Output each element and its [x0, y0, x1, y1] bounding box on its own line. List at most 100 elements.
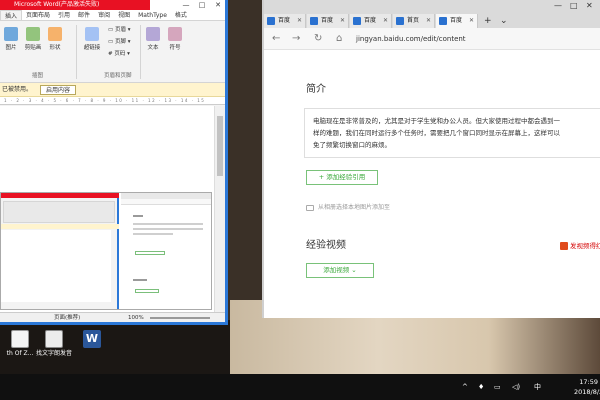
- zoom-level[interactable]: 100%: [128, 313, 144, 323]
- battery-icon[interactable]: ▭: [494, 374, 501, 400]
- embedded-text-line: [133, 279, 147, 281]
- tab-format[interactable]: 格式: [171, 10, 191, 20]
- symbol-button[interactable]: 符号: [166, 27, 184, 51]
- embedded-address-bar: [121, 199, 211, 205]
- tab-page-layout[interactable]: 页面布局: [22, 10, 54, 20]
- taskbar-clock[interactable]: 17:59 2018/8/2: [574, 377, 600, 397]
- embedded-ribbon: [3, 201, 115, 223]
- word-ribbon: 图片 剪贴画 形状 超链接 ▭ 页眉 ▾ ▭ 页脚 ▾ # 页码 ▾ 文本 符号…: [0, 21, 225, 83]
- video-reward-link[interactable]: 发视频得红包: [560, 240, 600, 250]
- forward-button[interactable]: →: [292, 32, 300, 46]
- maximize-button[interactable]: □: [570, 0, 578, 12]
- zoom-slider[interactable]: [150, 317, 210, 319]
- intro-line: 样的难题，我们在同时运行多个任务时，需要把几个窗口同时显示在屏幕上，这样可以: [313, 129, 560, 137]
- tab-references[interactable]: 引用: [54, 10, 74, 20]
- embedded-button: [135, 251, 165, 255]
- close-tab-icon[interactable]: ✕: [340, 14, 345, 28]
- embedded-page: [1, 230, 111, 302]
- page-number-label: 页码: [114, 51, 126, 57]
- security-warning-bar: 已被禁用。 启用内容: [0, 83, 225, 97]
- back-button[interactable]: ←: [272, 32, 280, 46]
- tab-mailings[interactable]: 邮件: [74, 10, 94, 20]
- browser-tab[interactable]: 百度 ✕: [264, 14, 306, 28]
- maximize-button[interactable]: □: [194, 0, 210, 10]
- close-tab-icon[interactable]: ✕: [297, 14, 302, 28]
- image-hint-text: 从相册选择本地图片添加至: [318, 204, 391, 211]
- word-title: Microsoft Word(产品激活失败): [0, 0, 150, 10]
- hyperlink-button[interactable]: 超链接: [82, 27, 102, 51]
- close-tab-icon[interactable]: ✕: [426, 14, 431, 28]
- tab-label: 百度: [321, 17, 334, 24]
- symbol-label: 符号: [169, 45, 181, 51]
- tab-list-button[interactable]: ⌄: [500, 14, 508, 28]
- embedded-title-bar: [1, 193, 119, 198]
- add-video-button[interactable]: 添加视频 ⌄: [306, 263, 374, 278]
- image-hint[interactable]: 从相册选择本地图片添加至: [306, 202, 390, 211]
- text-button[interactable]: 文本: [144, 27, 162, 51]
- close-button[interactable]: ✕: [210, 0, 226, 10]
- intro-line: 免了频繁切换窗口的麻烦。: [313, 141, 391, 149]
- new-tab-button[interactable]: +: [484, 14, 492, 28]
- shapes-button[interactable]: 形状: [46, 27, 64, 51]
- vertical-scrollbar[interactable]: [214, 106, 225, 312]
- experience-video-heading: 经验视频: [306, 240, 346, 251]
- browser-tab[interactable]: 首页 ✕: [393, 14, 435, 28]
- intro-textarea[interactable]: 电脑现在是非常普及的，尤其是对于学生党和办公人员。但大家使用过程中都会遇到一 样…: [304, 108, 600, 158]
- embedded-text-line: [133, 228, 203, 230]
- clipart-button[interactable]: 剪贴画: [22, 27, 44, 51]
- baidu-favicon: [310, 17, 318, 25]
- volume-icon[interactable]: ◁): [512, 374, 520, 400]
- browser-tab-active[interactable]: 百度 ✕: [436, 14, 478, 28]
- input-method-indicator[interactable]: 中: [534, 374, 541, 400]
- tab-view[interactable]: 视图: [114, 10, 134, 20]
- minimize-button[interactable]: —: [178, 0, 194, 10]
- view-mode[interactable]: 页面(推荐): [54, 313, 80, 323]
- scrollbar-thumb[interactable]: [217, 116, 223, 176]
- desktop-icon-label: th Of Z...: [6, 350, 34, 357]
- desktop-icon-word[interactable]: W: [72, 330, 112, 350]
- refresh-button[interactable]: ↻: [314, 32, 322, 46]
- close-tab-icon[interactable]: ✕: [469, 14, 474, 28]
- shapes-label: 形状: [49, 45, 61, 51]
- browser-tab[interactable]: 百度 ✕: [350, 14, 392, 28]
- header-menu[interactable]: ▭ 页眉 ▾: [108, 25, 130, 33]
- page-content: 简介 电脑现在是非常普及的，尤其是对于学生党和办公人员。但大家使用过程中都会遇到…: [264, 50, 600, 318]
- browser-tab-strip: 百度 ✕ 百度 ✕ 百度 ✕ 首页 ✕ 百度 ✕ + ⌄ — □ ✕: [264, 0, 600, 28]
- clock-date: 2018/8/2: [574, 388, 600, 396]
- gift-icon: [560, 242, 568, 250]
- baidu-favicon: [396, 17, 404, 25]
- address-input[interactable]: jingyan.baidu.com/edit/content: [356, 32, 466, 46]
- desktop-icon-text-tool[interactable]: 找文字朗发音: [34, 330, 74, 357]
- minimize-button[interactable]: —: [554, 0, 562, 12]
- document-area[interactable]: [0, 106, 214, 312]
- intro-line: 电脑现在是非常普及的，尤其是对于学生党和办公人员。但大家使用过程中都会遇到一: [313, 117, 560, 125]
- tab-insert[interactable]: 插入: [0, 10, 23, 20]
- page-number-menu[interactable]: # 页码 ▾: [108, 49, 130, 57]
- footer-label: 页脚: [114, 39, 126, 45]
- document-page[interactable]: [0, 106, 214, 312]
- hyperlink-label: 超链接: [83, 45, 101, 51]
- footer-menu[interactable]: ▭ 页脚 ▾: [108, 37, 130, 45]
- security-warning-text: 已被禁用。: [2, 86, 33, 93]
- tab-label: 百度: [278, 17, 291, 24]
- browser-tab[interactable]: 百度 ✕: [307, 14, 349, 28]
- show-hidden-icons[interactable]: ^: [462, 374, 468, 400]
- add-reference-button[interactable]: + 添加经验引用: [306, 170, 378, 185]
- tab-review[interactable]: 审阅: [94, 10, 114, 20]
- picture-button[interactable]: 图片: [2, 27, 20, 51]
- network-icon[interactable]: ♦: [478, 374, 484, 400]
- shapes-icon: [48, 27, 62, 41]
- tab-label: 百度: [364, 17, 377, 24]
- ribbon-separator: [76, 25, 77, 79]
- close-tab-icon[interactable]: ✕: [383, 14, 388, 28]
- header-label: 页眉: [114, 27, 126, 33]
- word-title-bar[interactable]: Microsoft Word(产品激活失败) — □ ✕: [0, 0, 225, 10]
- enable-content-button[interactable]: 启用内容: [40, 85, 77, 95]
- word-window: Microsoft Word(产品激活失败) — □ ✕ 插入 页面布局 引用 …: [0, 0, 228, 325]
- embedded-infobar: [1, 224, 119, 229]
- home-button[interactable]: ⌂: [336, 32, 342, 46]
- close-button[interactable]: ✕: [586, 0, 593, 12]
- embedded-browser-window: [121, 193, 211, 309]
- tab-mathtype[interactable]: MathType: [134, 10, 171, 20]
- address-bar-row: ← → ↻ ⌂ jingyan.baidu.com/edit/content: [264, 28, 600, 50]
